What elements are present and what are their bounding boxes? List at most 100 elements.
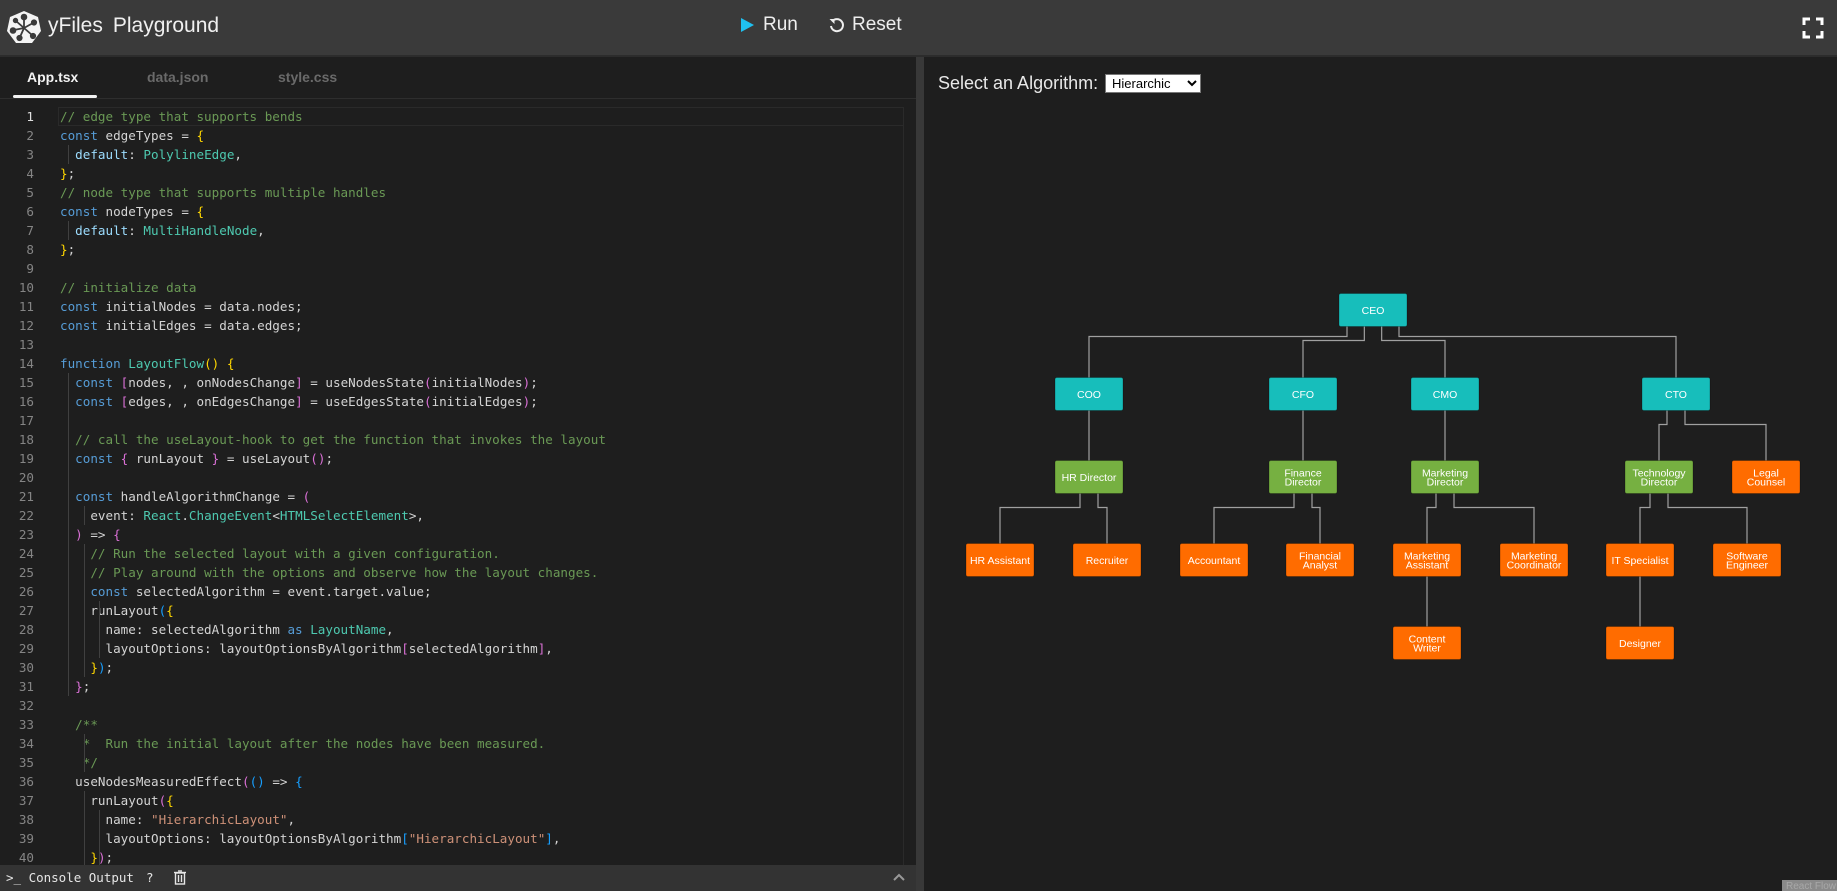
node-md[interactable]: MarketingDirector	[1410, 460, 1480, 494]
edge-ceo-coo[interactable]	[1088, 326, 1348, 378]
line-number: 9	[26, 261, 34, 276]
node-cw[interactable]: ContentWriter	[1392, 626, 1462, 660]
node-label: Writer	[1413, 643, 1441, 655]
code-text: };	[60, 166, 76, 181]
tab-data-json[interactable]: data.json	[147, 69, 208, 85]
edge-hrd-rec[interactable]	[1097, 493, 1108, 544]
edge-td-its[interactable]	[1639, 493, 1651, 544]
node-des[interactable]: Designer	[1605, 626, 1675, 660]
code-line: 31 };	[0, 677, 900, 696]
code-text: // call the useLayout-hook to get the fu…	[75, 432, 606, 447]
editor-scrollbar[interactable]	[903, 107, 916, 865]
edge-td-se[interactable]	[1667, 493, 1748, 544]
edge-cto-lc[interactable]	[1684, 410, 1767, 461]
indent-guide	[68, 145, 69, 164]
code-line: 24 // Run the selected layout with a giv…	[0, 544, 900, 563]
active-tab-indicator	[13, 95, 97, 98]
code-text: const [nodes, , onNodesChange] = useNode…	[75, 375, 538, 390]
line-number: 15	[18, 375, 34, 390]
line-number: 35	[18, 755, 34, 770]
edge-hrd-hra[interactable]	[999, 493, 1081, 544]
code-line: 5 // node type that supports multiple han…	[0, 183, 900, 202]
line-number: 6	[26, 204, 34, 219]
chevron-up-icon[interactable]	[893, 873, 905, 881]
help-button[interactable]: ?	[146, 870, 154, 885]
code-line: 22 event: React.ChangeEvent<HTMLSelectEl…	[0, 506, 900, 525]
node-coo[interactable]: COO	[1054, 377, 1124, 411]
edge-ceo-cfo[interactable]	[1302, 326, 1365, 378]
line-number: 39	[18, 831, 34, 846]
code-text: layoutOptions: layoutOptionsByAlgorithm[…	[60, 831, 561, 846]
node-label: Coordinator	[1507, 560, 1562, 572]
app-header: yFiles Playground Run Reset	[0, 0, 1837, 57]
indent-guide	[84, 791, 85, 865]
edge-ceo-cto[interactable]	[1398, 326, 1677, 378]
node-se[interactable]: SoftwareEngineer	[1712, 543, 1782, 577]
reset-icon	[829, 17, 844, 32]
node-its[interactable]: IT Specialist	[1605, 543, 1675, 577]
run-button[interactable]: Run	[740, 14, 798, 36]
edge-fd-acc[interactable]	[1213, 493, 1295, 544]
code-line: 12 const initialEdges = data.edges;	[0, 316, 900, 335]
node-label: Director	[1641, 477, 1678, 489]
react-flow-attribution[interactable]: React Flow	[1782, 880, 1837, 891]
node-rec[interactable]: Recruiter	[1072, 543, 1142, 577]
trash-icon[interactable]	[173, 870, 187, 885]
console-output-label[interactable]: >_ Console Output	[6, 870, 134, 885]
tab-app-tsx[interactable]: App.tsx	[27, 69, 78, 85]
brand-product: Playground	[112, 14, 220, 37]
line-number: 32	[18, 698, 34, 713]
node-cmo[interactable]: CMO	[1410, 377, 1480, 411]
yfiles-logo-icon[interactable]	[6, 10, 42, 46]
org-chart-graph[interactable]: CEO COO CFO CMO CTO HR Director FinanceDirecto…	[924, 57, 1837, 891]
edge-cto-td[interactable]	[1658, 410, 1668, 461]
node-ceo[interactable]: CEO	[1338, 293, 1408, 327]
node-label: Counsel	[1747, 477, 1786, 489]
line-number: 5	[26, 185, 34, 200]
node-fd[interactable]: FinanceDirector	[1268, 460, 1338, 494]
node-cto[interactable]: CTO	[1641, 377, 1711, 411]
code-line: 14 function LayoutFlow() {	[0, 354, 900, 373]
fullscreen-icon[interactable]	[1802, 17, 1824, 39]
node-label: IT Specialist	[1612, 555, 1669, 567]
line-number: 12	[18, 318, 34, 333]
code-line: 26 const selectedAlgorithm = event.targe…	[0, 582, 900, 601]
node-mc[interactable]: MarketingCoordinator	[1499, 543, 1569, 577]
node-hra[interactable]: HR Assistant	[965, 543, 1035, 577]
line-number: 38	[18, 812, 34, 827]
indent-guide	[84, 544, 85, 677]
code-text: ) => {	[75, 527, 121, 542]
line-number: 22	[18, 508, 34, 523]
code-area[interactable]: 1 // edge type that supports bends 2 const …	[0, 107, 916, 865]
tab-style-css[interactable]: style.css	[278, 69, 337, 85]
node-ma[interactable]: MarketingAssistant	[1392, 543, 1462, 577]
code-line: 4};	[0, 164, 900, 183]
code-line: 1 // edge type that supports bends	[0, 107, 900, 126]
node-hrd[interactable]: HR Director	[1054, 460, 1124, 494]
edge-md-ma[interactable]	[1426, 493, 1437, 544]
node-td[interactable]: TechnologyDirector	[1624, 460, 1694, 494]
node-cfo[interactable]: CFO	[1268, 377, 1338, 411]
node-label: Accountant	[1188, 555, 1241, 567]
indent-guide	[84, 506, 85, 525]
line-number: 10	[18, 280, 34, 295]
line-number: 1	[26, 109, 34, 124]
edge-md-mc[interactable]	[1453, 493, 1535, 544]
pane-divider[interactable]	[916, 57, 924, 891]
code-line: 20	[0, 468, 900, 487]
line-number: 29	[18, 641, 34, 656]
node-fa[interactable]: FinancialAnalyst	[1285, 543, 1355, 577]
node-acc[interactable]: Accountant	[1179, 543, 1249, 577]
code-line: 32	[0, 696, 900, 715]
edge-ceo-cmo[interactable]	[1381, 326, 1446, 378]
node-label: Director	[1427, 477, 1464, 489]
console-bar[interactable]: >_ Console Output ?	[0, 865, 916, 891]
run-label: Run	[763, 14, 798, 35]
algorithm-select[interactable]: Hierarchic	[1105, 74, 1201, 93]
code-text: default: PolylineEdge,	[75, 147, 243, 162]
node-lc[interactable]: LegalCounsel	[1731, 460, 1801, 494]
reset-button[interactable]: Reset	[828, 14, 902, 36]
code-line: 30 });	[0, 658, 900, 677]
edge-fd-fa[interactable]	[1311, 493, 1321, 544]
line-number: 27	[18, 603, 34, 618]
